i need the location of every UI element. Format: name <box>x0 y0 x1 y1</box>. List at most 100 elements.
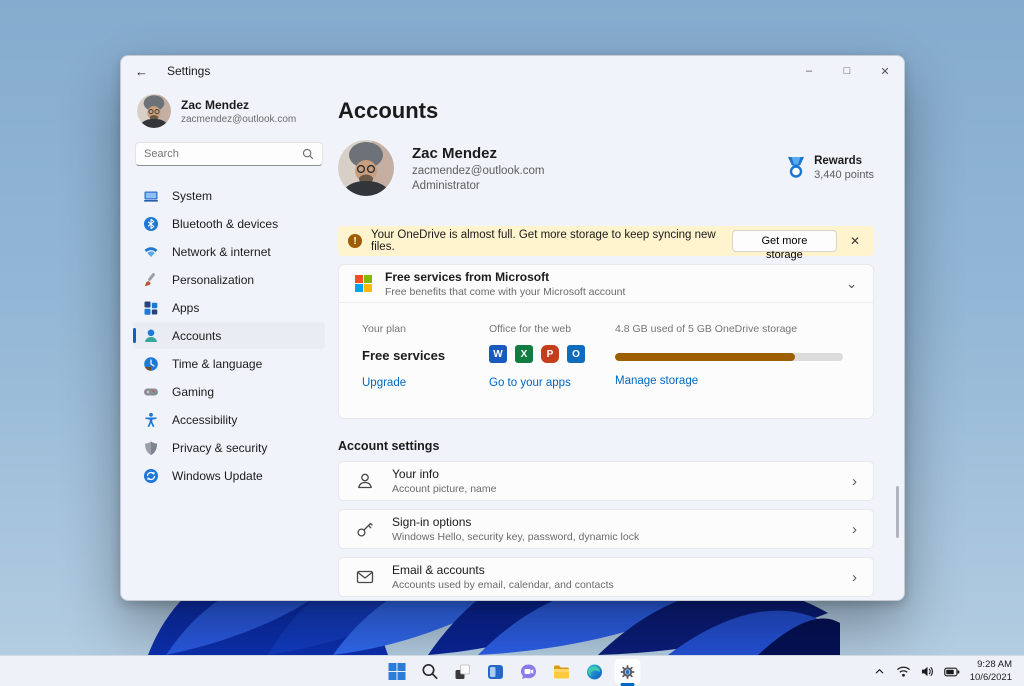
search-input[interactable] <box>144 148 302 160</box>
storage-column: 4.8 GB used of 5 GB OneDrive storage Man… <box>615 303 843 387</box>
close-button[interactable]: ✕ <box>866 56 904 86</box>
wifi-tray-icon[interactable] <box>894 662 914 682</box>
your-info-row[interactable]: Your info Account picture, name › <box>338 461 874 501</box>
system-icon <box>144 191 158 202</box>
sidebar-user-name: Zac Mendez <box>181 97 250 112</box>
window-title: Settings <box>167 64 211 78</box>
taskbar-widgets-button[interactable] <box>482 658 510 685</box>
back-arrow-icon[interactable]: ← <box>135 64 157 79</box>
avatar <box>137 94 171 128</box>
free-services-details: Your plan Free services Upgrade Office f… <box>339 303 873 418</box>
banner-message: Your OneDrive is almost full. Get more s… <box>371 229 716 253</box>
start-icon <box>388 663 405 680</box>
titlebar: ← Settings – □ ✕ <box>121 56 904 86</box>
account-avatar <box>338 140 394 196</box>
sidebar-item-bluetooth-devices[interactable]: Bluetooth & devices <box>133 210 325 237</box>
rewards-medal-icon <box>788 157 805 178</box>
chat-icon <box>521 664 536 679</box>
bluetooth-icon <box>144 216 158 231</box>
account-name: Zac Mendez <box>412 144 498 162</box>
office-label: Office for the web <box>489 323 572 335</box>
taskbar: 9:28 AM 10/6/2021 <box>0 655 1024 686</box>
volume-tray-icon[interactable] <box>918 662 938 682</box>
warning-icon: ! <box>348 234 362 248</box>
update-icon <box>144 468 158 483</box>
maximize-button[interactable]: □ <box>828 56 866 86</box>
battery-tray-icon[interactable] <box>942 662 962 682</box>
file-explorer-icon <box>554 665 569 678</box>
tray-chevron-icon[interactable] <box>870 662 890 682</box>
rewards-points: 3,440 points <box>814 169 874 181</box>
sidebar-item-network-internet[interactable]: Network & internet <box>133 238 325 265</box>
free-services-subtitle: Free benefits that come with your Micros… <box>385 285 626 298</box>
account-role: Administrator <box>412 179 480 192</box>
manage-storage-link[interactable]: Manage storage <box>615 375 843 387</box>
go-to-your-apps-link[interactable]: Go to your apps <box>489 377 604 389</box>
storage-progress-bar <box>615 353 843 361</box>
banner-close-icon[interactable]: ✕ <box>846 234 864 248</box>
account-profile: Zac Mendez zacmendez@outlook.com Adminis… <box>338 140 874 196</box>
outlook-icon: O <box>567 345 585 363</box>
office-column: Office for the web W X P O Go to your ap… <box>489 303 604 389</box>
sidebar-item-gaming[interactable]: Gaming <box>133 378 325 405</box>
sidebar-item-windows-update[interactable]: Windows Update <box>133 462 325 489</box>
taskbar-edge-button[interactable] <box>581 658 609 685</box>
free-services-card: Free services from Microsoft Free benefi… <box>338 264 874 419</box>
storage-progress-fill <box>615 353 796 361</box>
minimize-button[interactable]: – <box>790 56 828 86</box>
sidebar-item-time-language[interactable]: Time & language <box>133 350 325 377</box>
edge-icon <box>587 664 602 679</box>
sidebar-item-system[interactable]: System <box>133 182 325 209</box>
taskbar-start-button[interactable] <box>383 658 411 685</box>
search-box[interactable] <box>135 142 323 166</box>
rewards-block[interactable]: Rewards 3,440 points <box>786 155 874 181</box>
plan-column: Your plan Free services Upgrade <box>362 303 472 389</box>
plan-label: Your plan <box>362 323 406 335</box>
taskbar-chat-button[interactable] <box>515 658 543 685</box>
apps-icon <box>144 301 158 315</box>
get-more-storage-button[interactable]: Get more storage <box>731 230 837 261</box>
taskbar-search-button[interactable] <box>416 658 444 685</box>
tray-date: 10/6/2021 <box>969 671 1012 683</box>
taskbar-file-explorer-button[interactable] <box>548 658 576 685</box>
person-outline-icon <box>358 473 372 489</box>
gamepad-icon <box>144 388 158 395</box>
settings-window: ← Settings – □ ✕ Zac Mendez zacmendez@ou… <box>120 55 905 601</box>
word-icon: W <box>489 345 507 363</box>
sidebar-item-personalization[interactable]: Personalization <box>133 266 325 293</box>
sidebar-item-accounts[interactable]: Accounts <box>133 322 325 349</box>
plan-value: Free services <box>362 348 446 363</box>
task-view-icon <box>455 664 470 679</box>
sidebar-profile[interactable]: Zac Mendez zacmendez@outlook.com <box>133 88 325 136</box>
sign-in-options-row[interactable]: Sign-in options Windows Hello, security … <box>338 509 874 549</box>
scrollbar[interactable] <box>896 486 899 538</box>
brush-icon <box>145 272 155 286</box>
search-icon <box>302 148 314 160</box>
accounts-icon <box>145 329 157 342</box>
sidebar: Zac Mendez zacmendez@outlook.com System <box>121 86 333 600</box>
sidebar-item-privacy-security[interactable]: Privacy & security <box>133 434 325 461</box>
tray-time: 9:28 AM <box>977 659 1012 671</box>
widgets-icon <box>488 664 503 679</box>
system-tray: 9:28 AM 10/6/2021 <box>870 656 1018 686</box>
upgrade-link[interactable]: Upgrade <box>362 377 472 389</box>
wifi-icon <box>144 246 158 257</box>
taskbar-clock[interactable]: 9:28 AM 10/6/2021 <box>966 659 1018 684</box>
search-icon <box>421 663 438 680</box>
email-accounts-row[interactable]: Email & accounts Accounts used by email,… <box>338 557 874 597</box>
key-icon <box>357 522 373 537</box>
taskbar-task-view-button[interactable] <box>449 658 477 685</box>
rewards-label: Rewards <box>814 155 862 167</box>
office-app-icons: W X P O <box>489 345 604 363</box>
account-settings-heading: Account settings <box>338 439 440 453</box>
sidebar-item-apps[interactable]: Apps <box>133 294 325 321</box>
onedrive-warning-banner: ! Your OneDrive is almost full. Get more… <box>338 226 874 261</box>
chevron-down-icon[interactable]: ⌄ <box>846 276 857 292</box>
excel-icon: X <box>515 345 533 363</box>
sidebar-item-accessibility[interactable]: Accessibility <box>133 406 325 433</box>
taskbar-settings-button[interactable] <box>613 658 642 686</box>
free-services-header[interactable]: Free services from Microsoft Free benefi… <box>339 265 873 303</box>
main-content: Accounts Zac Mendez zacmendez@outlook.co… <box>333 86 904 600</box>
chevron-right-icon: › <box>852 520 857 538</box>
accessibility-icon <box>145 412 157 427</box>
